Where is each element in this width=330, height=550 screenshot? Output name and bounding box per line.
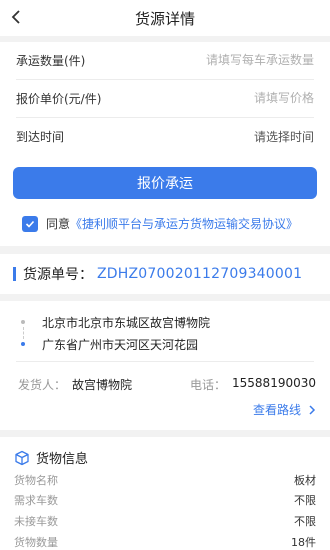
route-connector (22, 327, 24, 339)
shipper-name: 故宫博物院 (72, 378, 133, 392)
cargo-value: 18件 (291, 536, 316, 549)
quantity-row: 承运数量(件) (16, 45, 314, 75)
origin-address: 北京市北京市东城区故宫博物院 (42, 316, 211, 330)
checkmark-icon (25, 220, 35, 228)
price-input[interactable] (164, 91, 314, 105)
cargo-row: 货物名称 板材 (14, 472, 316, 488)
cargo-key: 货物数量 (14, 536, 58, 549)
agreement-checkbox[interactable] (22, 215, 38, 232)
divider (16, 361, 314, 362)
cargo-key: 需求车数 (14, 494, 58, 507)
phone-info: 电话： 15588190030 (190, 376, 316, 393)
phone-number[interactable]: 15588190030 (232, 376, 316, 393)
divider (16, 117, 314, 118)
nav-bar: 货源详情 (0, 0, 330, 36)
order-number-value: ZDHZ070020112709340001 (97, 266, 303, 282)
page-title: 货源详情 (134, 9, 195, 28)
agreement-link[interactable]: 《捷利顺平台与承运方货物运输交易协议》 (70, 215, 298, 232)
chevron-right-icon (309, 404, 316, 415)
chevron-left-icon (11, 10, 20, 24)
arrival-picker[interactable]: 请选择时间 (254, 128, 314, 145)
view-route-label: 查看路线 (252, 403, 301, 417)
quote-submit-button[interactable]: 报价承运 (13, 167, 317, 199)
quantity-input[interactable] (144, 53, 314, 67)
cargo-key: 未接车数 (14, 515, 58, 528)
order-number-label: 货源单号： (23, 267, 93, 283)
route-card: 北京市北京市东城区故宫博物院 广东省广州市天河区天河花园 发货人： 故宫博物院 … (0, 301, 330, 430)
box-icon (15, 450, 29, 465)
cargo-value: 不限 (294, 515, 316, 528)
quote-form: 承运数量(件) 报价单价(元/件) 到达时间 请选择时间 报价承运 同意 《捷利… (0, 42, 330, 246)
agreement-text: 同意 (46, 217, 71, 231)
view-route-link[interactable]: 查看路线 (253, 401, 318, 418)
destination-address: 广东省广州市天河区天河花园 (42, 338, 199, 352)
cargo-value: 不限 (294, 494, 316, 507)
accent-bar (13, 267, 16, 281)
cargo-row: 需求车数 不限 (14, 492, 316, 508)
back-button[interactable] (4, 4, 28, 30)
shipper-info: 发货人： 故宫博物院 (18, 376, 132, 393)
agreement-row: 同意 《捷利顺平台与承运方货物运输交易协议》 (22, 215, 298, 232)
price-label: 报价单价(元/件) (16, 91, 102, 106)
destination-dot-icon (21, 342, 25, 346)
cargo-value: 板材 (294, 474, 316, 487)
origin-dot-icon (21, 320, 25, 324)
phone-label: 电话： (190, 378, 227, 392)
price-row: 报价单价(元/件) (16, 83, 314, 113)
shipper-label: 发货人： (18, 378, 67, 392)
quantity-label: 承运数量(件) (16, 53, 86, 68)
arrival-label: 到达时间 (16, 129, 65, 144)
cargo-header: 货物信息 (14, 448, 88, 467)
cargo-info-card: 货物信息 货物名称 板材 需求车数 不限 未接车数 不限 货物数量 18件 (0, 437, 330, 550)
order-number-bar: 货源单号： ZDHZ070020112709340001 (0, 254, 330, 294)
cargo-row: 货物数量 18件 (14, 534, 316, 550)
arrival-row[interactable]: 到达时间 请选择时间 (16, 121, 314, 151)
cargo-title: 货物信息 (36, 452, 89, 467)
cargo-key: 货物名称 (14, 474, 58, 487)
cargo-row: 未接车数 不限 (14, 513, 316, 529)
divider (16, 79, 314, 80)
